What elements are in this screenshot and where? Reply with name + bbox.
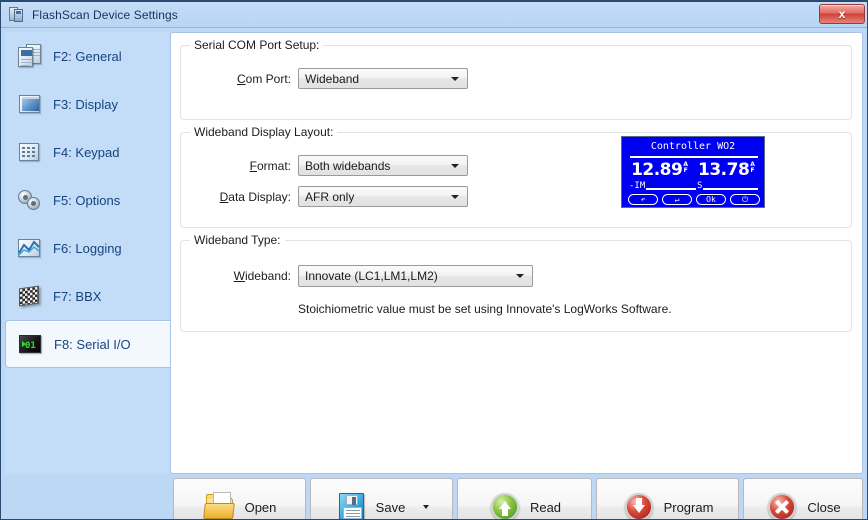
sidebar-item-label: F3: Display [53,96,119,112]
sidebar-item-label: F4: Keypad [53,144,120,160]
window-close-button[interactable]: x [819,4,865,24]
sidebar-item-general[interactable]: F2: General [5,32,170,80]
lcd-divider [630,156,758,158]
program-button[interactable]: Program [596,478,739,519]
documents-icon [17,44,43,68]
group-title: Wideband Type: [190,233,285,247]
lcd-values: 12.89 A F 13.78 A F [622,161,764,180]
lcd-value-left-group: 12.89 A F [631,161,688,180]
lcd-status-divider [630,188,758,190]
sidebar: F2: General F3: Display F4: Keypad F5: O… [5,32,175,474]
save-dropdown-arrow-icon[interactable] [423,505,430,509]
open-button-label: Open [244,499,277,515]
checker-cube-icon [17,284,43,308]
open-button[interactable]: Open [173,478,306,519]
save-button-label: Save [375,499,406,515]
flashscan-device-settings-window: FlashScan Device Settings x F2: General … [0,0,868,520]
sidebar-item-display[interactable]: F3: Display [5,80,170,128]
read-button[interactable]: Read [457,478,592,519]
sidebar-item-label: F6: Logging [53,240,122,256]
red-x-icon [765,490,799,519]
app-icon [8,6,25,23]
chevron-down-icon [451,163,459,168]
window-title: FlashScan Device Settings [32,7,178,22]
sidebar-item-label: F8: Serial I/O [54,336,131,352]
close-icon: x [838,7,846,21]
keypad-icon [17,140,43,164]
data-display-value: AFR only [305,189,355,204]
sidebar-item-options[interactable]: F5: Options [5,176,170,224]
lcd-softkey-bar: ↶ ↵ Ok ⏻ [628,194,760,205]
close-button-label: Close [807,499,841,515]
gears-icon [17,188,43,212]
red-down-arrow-icon [622,490,656,519]
com-port-select[interactable]: Wideband [298,68,468,89]
lcd-label-s: S [696,181,704,191]
lcd-softkey-power: ⏻ [730,194,760,205]
chart-icon [17,236,43,260]
format-value: Both widebands [305,158,391,173]
lcd-unit-bottom: F [750,167,755,174]
floppy-disk-icon [334,490,368,519]
data-display-label: Data Display: [219,190,291,204]
group-title: Wideband Display Layout: [190,125,338,139]
green-up-arrow-icon [488,490,522,519]
window-body: F2: General F3: Display F4: Keypad F5: O… [1,28,867,519]
lcd-value-left: 12.89 [631,160,683,180]
sidebar-item-label: F7: BBX [53,288,102,304]
folder-open-icon [202,490,237,519]
close-button[interactable]: Close [743,478,863,519]
lcd-unit-right: A F [750,162,755,174]
chevron-down-icon [451,76,459,81]
com-port-value: Wideband [305,71,360,86]
group-title: Serial COM Port Setup: [190,38,324,52]
wideband-lcd-preview: Controller WO2 12.89 A F 13.78 A F -IM S… [621,136,765,208]
lcd-title: Controller WO2 [650,141,736,152]
monitor-icon [17,92,43,116]
group-serial-com-port-setup: Serial COM Port Setup: Com Port: Wideban… [180,38,852,120]
com-port-label: Com Port: [236,72,291,86]
sidebar-item-logging[interactable]: F6: Logging [5,224,170,272]
chevron-down-icon [451,194,459,199]
title-bar: FlashScan Device Settings x [1,2,867,28]
serial-device-icon: 01 [18,332,44,356]
sidebar-item-label: F5: Options [53,192,121,208]
sidebar-item-bbx[interactable]: F7: BBX [5,272,170,320]
lcd-unit-bottom: F [683,167,688,174]
save-button[interactable]: Save [310,478,453,519]
lcd-value-right: 13.78 [698,160,750,180]
sidebar-item-keypad[interactable]: F4: Keypad [5,128,170,176]
lcd-softkey-ok: Ok [696,194,726,205]
group-wideband-type: Wideband Type: Wideband: Innovate (LC1,L… [180,233,852,332]
lcd-softkey-enter: ↵ [662,194,692,205]
lcd-unit-left: A F [683,162,688,174]
format-label: Format: [249,159,291,173]
action-button-bar: Open Save Read Program Close [5,478,863,519]
wideband-value: Innovate (LC1,LM1,LM2) [305,269,438,283]
wideband-label: Wideband: [233,269,291,283]
wideband-select[interactable]: Innovate (LC1,LM1,LM2) [298,265,533,287]
data-display-select[interactable]: AFR only [298,186,468,207]
lcd-label-im: -IM [628,181,647,191]
read-button-label: Read [529,499,562,515]
sidebar-item-serial-io[interactable]: 01 F8: Serial I/O [5,320,175,368]
settings-content-panel: Serial COM Port Setup: Com Port: Wideban… [170,32,863,474]
sidebar-item-label: F2: General [53,48,122,64]
format-select[interactable]: Both widebands [298,155,468,176]
chevron-down-icon [516,274,524,278]
stoichiometric-hint: Stoichiometric value must be set using I… [298,302,672,316]
program-button-label: Program [663,499,714,515]
lcd-value-right-group: 13.78 A F [698,161,755,180]
lcd-softkey-back: ↶ [628,194,658,205]
